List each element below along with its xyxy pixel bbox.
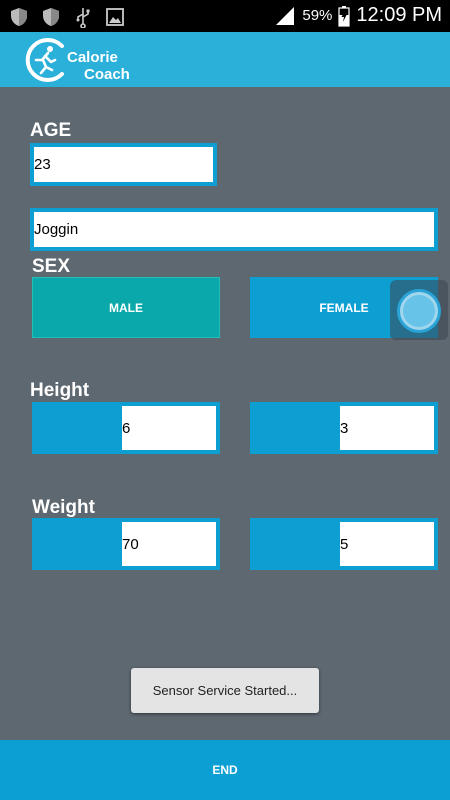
- status-bar: 59% 12:09 PM: [0, 0, 450, 32]
- battery-percent: 59%: [302, 7, 333, 24]
- height-feet-input[interactable]: 6: [122, 406, 216, 450]
- activity-input[interactable]: Joggin: [30, 208, 438, 251]
- image-icon: [106, 8, 124, 26]
- male-button[interactable]: MALE: [32, 277, 220, 338]
- age-input[interactable]: 23: [30, 143, 217, 186]
- age-label: AGE: [30, 120, 72, 141]
- weight-primary-field[interactable]: 70: [32, 518, 220, 570]
- weight-label: Weight: [32, 497, 95, 518]
- touch-dot: [403, 295, 435, 327]
- shield-icon: [11, 8, 27, 26]
- logo-text-calorie: Calorie: [67, 49, 118, 66]
- height-inches-input[interactable]: 3: [340, 406, 434, 450]
- sex-label: SEX: [32, 256, 71, 277]
- weight-primary-input[interactable]: 70: [122, 522, 216, 566]
- battery-charging-icon: [338, 5, 350, 27]
- runner-icon: [25, 38, 64, 82]
- height-label: Height: [30, 380, 90, 401]
- logo-text-coach: Coach: [84, 66, 130, 83]
- height-inches-field[interactable]: 3: [250, 402, 438, 454]
- touch-indicator: [390, 280, 448, 340]
- calorie-coach-logo: Calorie Coach: [22, 36, 152, 84]
- end-button[interactable]: END: [0, 740, 450, 800]
- app-bar: Calorie Coach: [0, 32, 450, 87]
- weight-secondary-field[interactable]: 5: [250, 518, 438, 570]
- weight-secondary-input[interactable]: 5: [340, 522, 434, 566]
- signal-icon: [276, 6, 295, 25]
- usb-icon: [76, 8, 90, 28]
- toast-message: Sensor Service Started...: [131, 668, 319, 713]
- clock: 12:09 PM: [356, 4, 442, 26]
- shield-icon: [43, 8, 59, 26]
- height-feet-field[interactable]: 6: [32, 402, 220, 454]
